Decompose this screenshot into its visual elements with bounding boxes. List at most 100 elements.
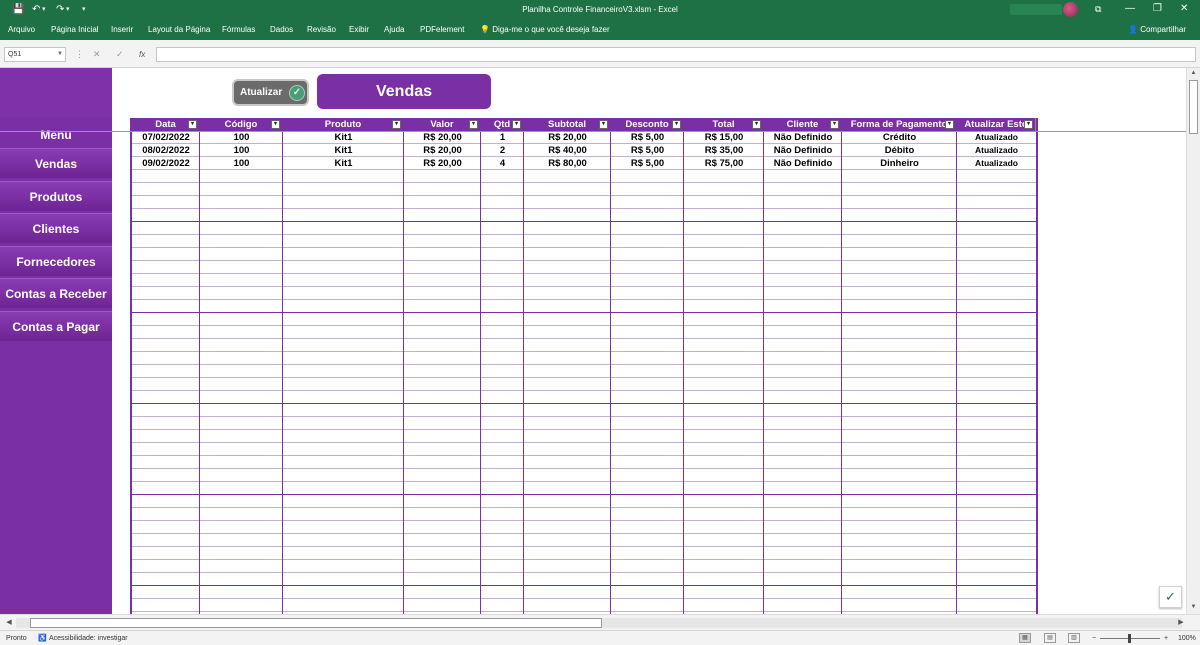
tab-arquivo[interactable]: Arquivo <box>8 25 35 35</box>
table-row[interactable] <box>132 378 1036 391</box>
cell-qtd[interactable]: 2 <box>481 144 524 157</box>
account-name[interactable] <box>1010 4 1062 15</box>
tab-formulas[interactable]: Fórmulas <box>222 25 255 35</box>
table-row[interactable]: 08/02/2022 100 Kit1 R$ 20,00 2 R$ 40,00 R$ 5,0… <box>132 144 1036 157</box>
table-row[interactable] <box>132 404 1036 417</box>
tab-layout-da-pagina[interactable]: Layout da Página <box>148 25 210 35</box>
worksheet[interactable]: Menu Vendas Produtos Clientes Fornecedor… <box>0 68 1186 614</box>
table-row[interactable] <box>132 417 1036 430</box>
filter-dropdown-icon[interactable]: ▾ <box>945 120 954 129</box>
vertical-scrollbar[interactable]: ▲ ▼ <box>1186 68 1200 614</box>
cell-cliente[interactable]: Não Definido <box>764 131 842 144</box>
chevron-down-icon[interactable]: ▼ <box>57 48 63 61</box>
tell-me-search[interactable]: 💡 Diga-me o que você deseja fazer <box>480 25 610 35</box>
table-row[interactable] <box>132 547 1036 560</box>
table-row[interactable] <box>132 352 1036 365</box>
column-header-atualizar-estoque[interactable]: Atualizar Esto ▾ <box>957 118 1036 131</box>
table-row[interactable] <box>132 274 1036 287</box>
cell-total[interactable]: R$ 75,00 <box>684 157 764 170</box>
cell-desconto[interactable]: R$ 5,00 <box>611 157 684 170</box>
cell-subtotal[interactable]: R$ 20,00 <box>524 131 611 144</box>
table-row[interactable] <box>132 339 1036 352</box>
table-row[interactable] <box>132 508 1036 521</box>
filter-dropdown-icon[interactable]: ▾ <box>392 120 401 129</box>
atualizar-button[interactable]: Atualizar ✓ <box>232 79 309 106</box>
cell-atualizar-estoque[interactable]: Atualizado <box>957 131 1036 144</box>
scroll-left-icon[interactable]: ◀ <box>4 618 14 628</box>
table-row[interactable] <box>132 183 1036 196</box>
column-header-data[interactable]: Data ▾ <box>132 118 200 131</box>
page-layout-view-icon[interactable]: ▤ <box>1044 633 1056 643</box>
enter-icon[interactable]: ✓ <box>116 47 124 62</box>
cell-produto[interactable]: Kit1 <box>283 157 404 170</box>
cell-forma-pagamento[interactable]: Crédito <box>842 131 957 144</box>
filter-dropdown-icon[interactable]: ▾ <box>271 120 280 129</box>
table-row[interactable] <box>132 534 1036 547</box>
zoom-out-icon[interactable]: − <box>1092 634 1096 643</box>
tab-pdfelement[interactable]: PDFelement <box>420 25 464 35</box>
cell-desconto[interactable]: R$ 5,00 <box>611 144 684 157</box>
table-row[interactable] <box>132 170 1036 183</box>
share-button[interactable]: 👤 Compartilhar <box>1128 25 1186 35</box>
column-header-cliente[interactable]: Cliente ▾ <box>764 118 842 131</box>
cell-valor[interactable]: R$ 20,00 <box>404 144 481 157</box>
accessibility-icon[interactable]: ♿ <box>38 634 47 643</box>
table-row[interactable] <box>132 599 1036 612</box>
cell-produto[interactable]: Kit1 <box>283 131 404 144</box>
table-row[interactable] <box>132 235 1036 248</box>
sidebar-item-fornecedores[interactable]: Fornecedores <box>0 246 112 276</box>
cell-total[interactable]: R$ 35,00 <box>684 144 764 157</box>
cell-desconto[interactable]: R$ 5,00 <box>611 131 684 144</box>
table-row[interactable] <box>132 196 1036 209</box>
horizontal-scroll-thumb[interactable] <box>30 618 602 628</box>
cell-valor[interactable]: R$ 20,00 <box>404 157 481 170</box>
cell-data[interactable]: 08/02/2022 <box>132 144 200 157</box>
filter-dropdown-icon[interactable]: ▾ <box>1024 120 1033 129</box>
sidebar-item-clientes[interactable]: Clientes <box>0 213 112 243</box>
table-row[interactable] <box>132 443 1036 456</box>
filter-dropdown-icon[interactable]: ▾ <box>672 120 681 129</box>
cell-qtd[interactable]: 4 <box>481 157 524 170</box>
column-header-valor[interactable]: Valor ▾ <box>404 118 481 131</box>
tab-dados[interactable]: Dados <box>270 25 293 35</box>
table-row[interactable] <box>132 248 1036 261</box>
sidebar-item-contas-a-pagar[interactable]: Contas a Pagar <box>0 311 112 341</box>
avatar[interactable] <box>1063 2 1078 17</box>
horizontal-scrollbar[interactable]: ◀ ▶ <box>0 614 1200 630</box>
table-row[interactable] <box>132 521 1036 534</box>
filter-dropdown-icon[interactable]: ▾ <box>752 120 761 129</box>
column-header-codigo[interactable]: Código ▾ <box>200 118 283 131</box>
scroll-right-icon[interactable]: ▶ <box>1176 618 1186 628</box>
accessibility-status[interactable]: Acessibilidade: investigar <box>49 634 128 643</box>
cell-codigo[interactable]: 100 <box>200 157 283 170</box>
column-header-produto[interactable]: Produto ▾ <box>283 118 404 131</box>
table-row[interactable] <box>132 222 1036 235</box>
scroll-up-icon[interactable]: ▲ <box>1189 69 1198 78</box>
table-row[interactable] <box>132 365 1036 378</box>
cell-forma-pagamento[interactable]: Dinheiro <box>842 157 957 170</box>
confirm-check-button[interactable]: ✓ <box>1159 586 1182 608</box>
zoom-level[interactable]: 100% <box>1178 634 1196 643</box>
table-row[interactable] <box>132 391 1036 404</box>
page-break-view-icon[interactable]: ▥ <box>1068 633 1080 643</box>
insert-function-icon[interactable]: fx <box>139 47 145 62</box>
cell-valor[interactable]: R$ 20,00 <box>404 131 481 144</box>
column-header-forma-pagamento[interactable]: Forma de Pagamento ▾ <box>842 118 957 131</box>
tab-exibir[interactable]: Exibir <box>349 25 369 35</box>
table-row[interactable] <box>132 586 1036 599</box>
sidebar-item-vendas[interactable]: Vendas <box>0 148 112 178</box>
cell-atualizar-estoque[interactable]: Atualizado <box>957 144 1036 157</box>
table-row[interactable] <box>132 209 1036 222</box>
cell-total[interactable]: R$ 15,00 <box>684 131 764 144</box>
cell-codigo[interactable]: 100 <box>200 131 283 144</box>
cell-atualizar-estoque[interactable]: Atualizado <box>957 157 1036 170</box>
sidebar-item-produtos[interactable]: Produtos <box>0 181 112 211</box>
column-header-total[interactable]: Total ▾ <box>684 118 764 131</box>
cell-data[interactable]: 09/02/2022 <box>132 157 200 170</box>
tab-inserir[interactable]: Inserir <box>111 25 133 35</box>
table-row[interactable]: 09/02/2022 100 Kit1 R$ 20,00 4 R$ 80,00 R$ 5,0… <box>132 157 1036 170</box>
filter-dropdown-icon[interactable]: ▾ <box>830 120 839 129</box>
restore-icon[interactable]: ❐ <box>1153 2 1162 16</box>
cell-forma-pagamento[interactable]: Débito <box>842 144 957 157</box>
table-row[interactable] <box>132 261 1036 274</box>
